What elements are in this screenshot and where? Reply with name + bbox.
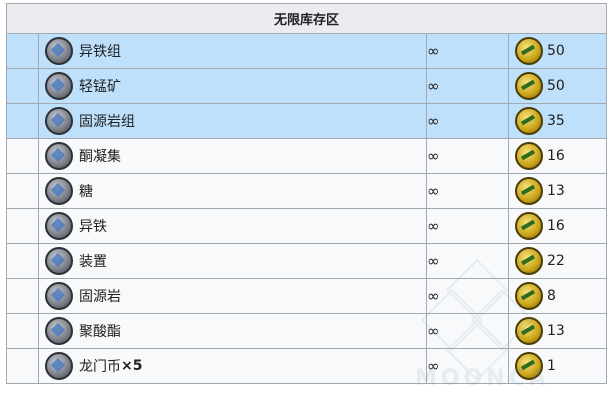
device-icon[interactable] [45,247,73,275]
event-token-icon[interactable] [515,37,543,65]
item-name-link[interactable]: 固源岩 [79,286,121,306]
cost-value: 16 [547,148,565,164]
cost-value: 13 [547,323,565,339]
table-row: 糖 ∞ 13 [6,173,608,209]
row-blank-cell [6,278,39,314]
item-name-link[interactable]: 酮凝集 [79,146,121,166]
stock-cell: ∞ [426,243,509,279]
cost-value: 50 [547,78,565,94]
cost-cell: 1 [507,348,608,384]
item-name-cell: 装置 [38,243,427,279]
event-token-icon[interactable] [515,247,543,275]
item-name-cell: 异铁组 [38,33,427,69]
stock-cell: ∞ [426,138,509,174]
item-name-link[interactable]: 异铁 [79,216,107,236]
item-name-link[interactable]: 龙门币 [79,356,121,376]
stock-cell: ∞ [426,173,509,209]
row-blank-cell [6,348,39,384]
cost-cell: 16 [507,138,608,174]
cost-value: 1 [547,358,556,374]
stock-cell: ∞ [426,103,509,139]
item-name-cell: 龙门币 ×5 [38,348,427,384]
stock-cell: ∞ [426,348,509,384]
stock-cell: ∞ [426,313,509,349]
item-name-cell: 酮凝集 [38,138,427,174]
table-title: 无限库存区 [5,3,608,34]
item-name-cell: 固源岩组 [38,103,427,139]
cost-cell: 50 [507,68,608,104]
cost-cell: 22 [507,243,608,279]
item-name-cell: 聚酸酯 [38,313,427,349]
cost-value: 50 [547,43,565,59]
table-row: 轻锰矿 ∞ 50 [6,68,608,104]
table-row: 固源岩 ∞ 8 [6,278,608,314]
row-blank-cell [6,313,39,349]
iron-cluster-icon[interactable] [45,37,73,65]
item-name-cell: 异铁 [38,208,427,244]
cost-cell: 50 [507,33,608,69]
row-blank-cell [6,68,39,104]
event-token-icon[interactable] [515,317,543,345]
ketone-icon[interactable] [45,142,73,170]
cost-value: 8 [547,288,556,304]
event-token-icon[interactable] [515,107,543,135]
row-blank-cell [6,33,39,69]
event-token-icon[interactable] [515,142,543,170]
lmd-icon[interactable] [45,352,73,380]
event-token-icon[interactable] [515,212,543,240]
stock-cell: ∞ [426,208,509,244]
row-blank-cell [6,208,39,244]
item-name-link[interactable]: 异铁组 [79,41,121,61]
item-name-link[interactable]: 装置 [79,251,107,271]
table-row: 装置 ∞ 22 [6,243,608,279]
sugar-icon[interactable] [45,177,73,205]
manganese-ore-icon[interactable] [45,72,73,100]
iron-icon[interactable] [45,212,73,240]
item-name-cell: 轻锰矿 [38,68,427,104]
row-blank-cell [6,243,39,279]
orirock-cluster-icon[interactable] [45,107,73,135]
table-row: 聚酸酯 ∞ 13 [6,313,608,349]
cost-value: 22 [547,253,565,269]
cost-value: 16 [547,218,565,234]
cost-value: 35 [547,113,565,129]
item-name-cell: 固源岩 [38,278,427,314]
table-header-row: 无限库存区 [5,3,608,34]
orirock-icon[interactable] [45,282,73,310]
event-token-icon[interactable] [515,352,543,380]
stock-cell: ∞ [426,68,509,104]
stock-cell: ∞ [426,33,509,69]
cost-cell: 8 [507,278,608,314]
row-blank-cell [6,173,39,209]
cost-cell: 13 [507,173,608,209]
infinite-stock-table: 无限库存区 异铁组 ∞ 50 轻锰矿 ∞ 50 固源岩组 ∞ 35 酮凝集 ∞ 16 糖 ∞ 13 异铁 ∞ 16… [5,3,608,384]
cost-value: 13 [547,183,565,199]
stock-cell: ∞ [426,278,509,314]
item-name-cell: 糖 [38,173,427,209]
row-blank-cell [6,103,39,139]
item-quantity-suffix: ×5 [121,358,143,374]
polyester-icon[interactable] [45,317,73,345]
table-row: 龙门币 ×5 ∞ 1 [6,348,608,384]
cost-cell: 35 [507,103,608,139]
table-row: 异铁 ∞ 16 [6,208,608,244]
row-blank-cell [6,138,39,174]
cost-cell: 13 [507,313,608,349]
event-token-icon[interactable] [515,177,543,205]
event-token-icon[interactable] [515,282,543,310]
table-row: 异铁组 ∞ 50 [6,33,608,69]
item-name-link[interactable]: 轻锰矿 [79,76,121,96]
cost-cell: 16 [507,208,608,244]
event-token-icon[interactable] [515,72,543,100]
table-row: 固源岩组 ∞ 35 [6,103,608,139]
item-name-link[interactable]: 聚酸酯 [79,321,121,341]
item-name-link[interactable]: 固源岩组 [79,111,135,131]
table-row: 酮凝集 ∞ 16 [6,138,608,174]
item-name-link[interactable]: 糖 [79,181,93,201]
